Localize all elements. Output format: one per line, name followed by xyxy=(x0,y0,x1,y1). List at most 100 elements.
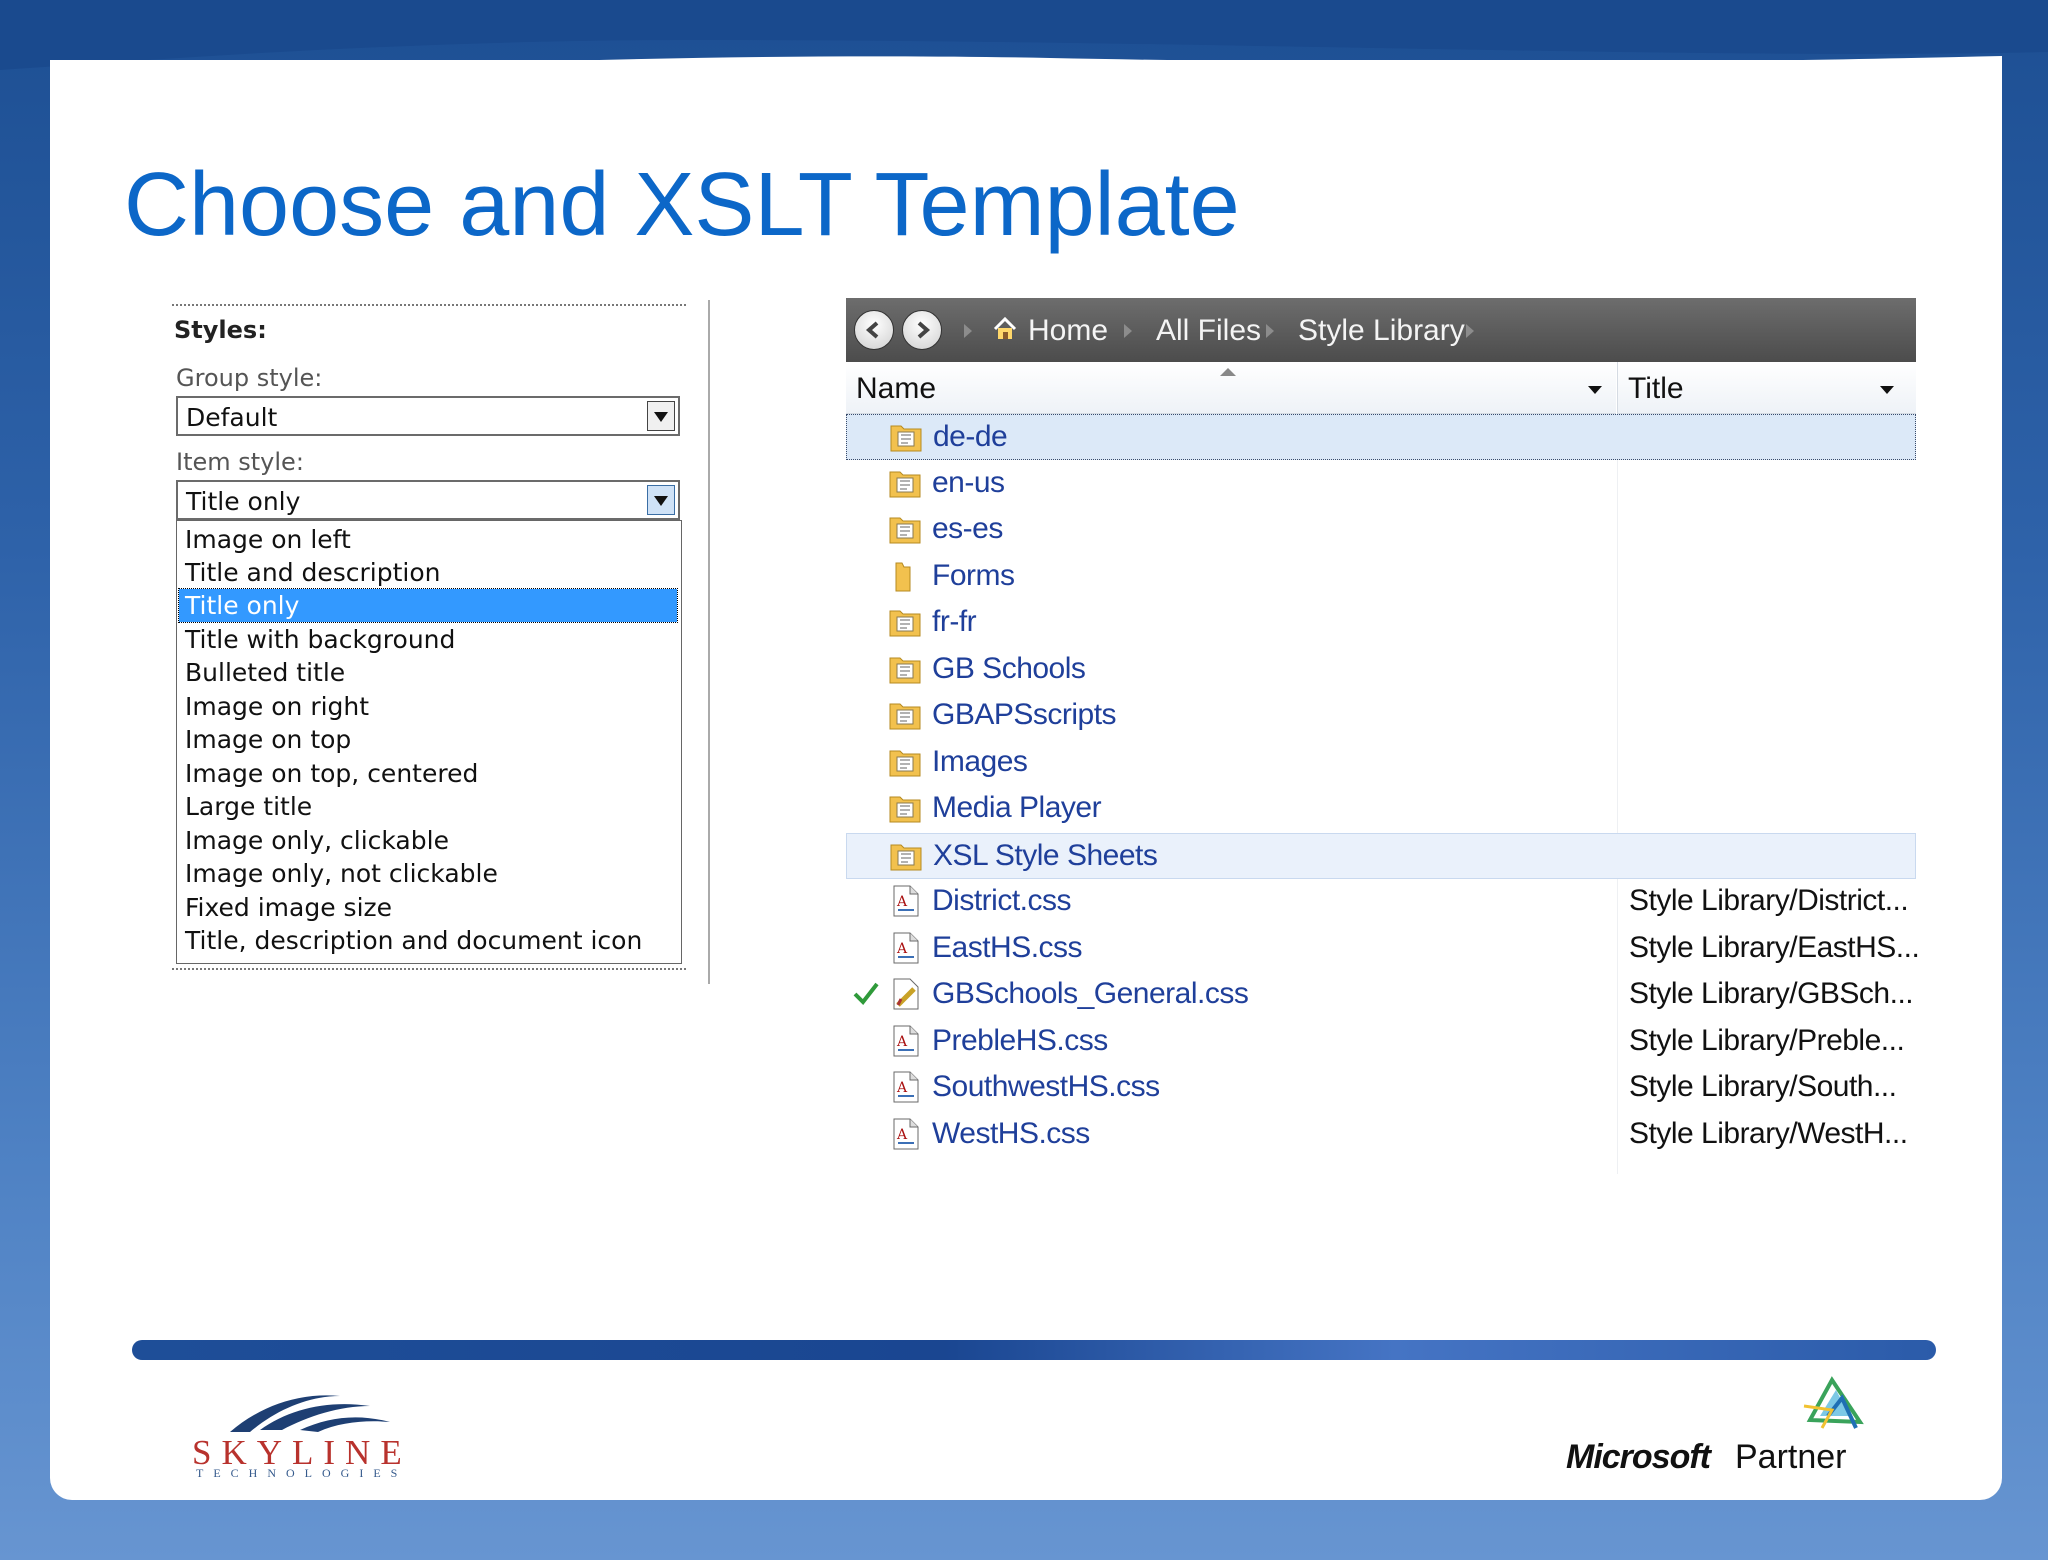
option-image-on-top[interactable]: Image on top xyxy=(179,723,677,756)
option-image-only-clickable[interactable]: Image only, clickable xyxy=(179,824,677,857)
file-title: Style Library/Preble... xyxy=(1629,1023,1905,1057)
breadcrumb-separator-icon xyxy=(1466,324,1474,338)
file-row[interactable]: A EastHS.css Style Library/EastHS... xyxy=(846,926,1920,972)
sort-ascending-icon xyxy=(1220,368,1236,376)
svg-text:A: A xyxy=(896,1034,908,1050)
folder-name[interactable]: es-es xyxy=(932,512,1003,546)
folder-name[interactable]: GB Schools xyxy=(932,652,1086,686)
folder-row[interactable]: Media Player xyxy=(846,786,1916,832)
folder-row[interactable]: XSL Style Sheets xyxy=(846,832,1916,879)
option-title-description-document-icon[interactable]: Title, description and document icon xyxy=(179,924,677,957)
folder-row[interactable]: GBAPSscripts xyxy=(846,693,1916,739)
column-title-label: Title xyxy=(1628,372,1684,405)
css-file-icon: A xyxy=(888,931,922,965)
folder-icon xyxy=(888,466,922,500)
back-button[interactable] xyxy=(854,310,894,350)
folder-row[interactable]: de-de xyxy=(846,414,1916,460)
folder-name[interactable]: en-us xyxy=(932,466,1005,500)
file-row[interactable]: A WestHS.css Style Library/WestH... xyxy=(846,1112,1916,1158)
microsoft-partner-logo-icon xyxy=(1803,1376,1864,1429)
folder-row[interactable]: Images xyxy=(846,740,1916,786)
column-dropdown-icon[interactable] xyxy=(1588,386,1602,394)
option-title-with-background[interactable]: Title with background xyxy=(179,623,677,656)
file-row[interactable]: A PrebleHS.css Style Library/Preble... xyxy=(846,1019,1916,1065)
footer-bar xyxy=(132,1340,1936,1360)
skyline-tagline: TECHNOLOGIES xyxy=(196,1466,408,1480)
folder-row[interactable]: GB Schools xyxy=(846,647,1916,693)
folder-name[interactable]: GBAPSscripts xyxy=(932,698,1117,732)
folder-icon xyxy=(889,839,923,873)
file-row[interactable]: A SouthwestHS.css Style Library/South... xyxy=(846,1065,1916,1111)
column-header-title[interactable]: Title xyxy=(1617,362,1916,414)
option-image-on-left[interactable]: Image on left xyxy=(179,523,677,556)
file-explorer: Home All Files Style Library Name Title … xyxy=(846,298,1920,1178)
folder-icon xyxy=(888,605,922,639)
breadcrumb-all-files[interactable]: All Files xyxy=(1156,314,1261,348)
back-arrow-icon xyxy=(865,321,879,339)
breadcrumb-separator-icon xyxy=(964,324,972,338)
option-title-and-description[interactable]: Title and description xyxy=(179,556,677,589)
option-image-on-top-centered[interactable]: Image on top, centered xyxy=(179,757,677,790)
folder-name[interactable]: Media Player xyxy=(932,791,1102,825)
folder-row[interactable]: fr-fr xyxy=(846,600,1916,646)
column-dropdown-icon[interactable] xyxy=(1880,386,1894,394)
svg-text:A: A xyxy=(896,1080,908,1096)
folder-name[interactable]: Forms xyxy=(932,559,1015,593)
item-style-select[interactable]: Title only xyxy=(176,480,680,520)
checkmark-icon xyxy=(852,980,880,1011)
styles-heading: Styles: xyxy=(174,316,267,344)
svg-text:A: A xyxy=(896,941,908,957)
svg-text:A: A xyxy=(896,894,908,910)
file-title: Style Library/EastHS... xyxy=(1629,930,1920,964)
css-file-icon: A xyxy=(888,1117,922,1151)
file-name[interactable]: GBSchools_General.css xyxy=(932,977,1249,1011)
forward-button[interactable] xyxy=(902,310,942,350)
folder-row[interactable]: Forms xyxy=(846,554,1916,600)
option-image-on-right[interactable]: Image on right xyxy=(179,690,677,723)
css-file-icon: A xyxy=(888,1024,922,1058)
file-title: Style Library/WestH... xyxy=(1629,1116,1908,1150)
option-large-title[interactable]: Large title xyxy=(179,790,677,823)
folder-icon xyxy=(888,791,922,825)
item-style-options: Image on left Title and description Titl… xyxy=(176,520,682,964)
file-title: Style Library/South... xyxy=(1629,1070,1897,1103)
folder-icon xyxy=(888,652,922,686)
dropdown-arrow-icon[interactable] xyxy=(647,401,675,431)
group-style-label: Group style: xyxy=(176,364,323,392)
file-row[interactable]: GBSchools_General.css Style Library/GBSch… xyxy=(846,972,1916,1018)
divider xyxy=(172,968,686,970)
css-file-icon: A xyxy=(888,884,922,918)
file-name[interactable]: SouthwestHS.css xyxy=(932,1070,1160,1104)
checked-out-file-icon xyxy=(888,977,922,1011)
panel-border xyxy=(708,300,710,984)
option-fixed-image-size[interactable]: Fixed image size xyxy=(179,891,677,924)
folder-icon xyxy=(888,698,922,732)
breadcrumb-separator-icon xyxy=(1266,324,1274,338)
folder-icon xyxy=(888,512,922,546)
folder-row[interactable]: es-es xyxy=(846,507,1916,553)
folder-icon xyxy=(889,420,923,454)
folder-row[interactable]: en-us xyxy=(846,461,1916,507)
file-name[interactable]: WestHS.css xyxy=(932,1117,1090,1151)
item-style-value: Title only xyxy=(186,487,301,516)
folder-name[interactable]: Images xyxy=(932,745,1028,779)
folder-name[interactable]: de-de xyxy=(933,420,1008,454)
option-bulleted-title[interactable]: Bulleted title xyxy=(179,656,677,689)
group-style-value: Default xyxy=(186,403,278,432)
file-name[interactable]: District.css xyxy=(932,884,1072,918)
file-name[interactable]: PrebleHS.css xyxy=(932,1024,1108,1058)
folder-name[interactable]: XSL Style Sheets xyxy=(933,839,1158,873)
partner-wordmark: Partner xyxy=(1735,1438,1847,1476)
dropdown-arrow-icon[interactable] xyxy=(647,485,675,515)
file-title: Style Library/District... xyxy=(1629,884,1909,917)
group-style-select[interactable]: Default xyxy=(176,396,680,436)
file-row[interactable]: A District.css Style Library/District... xyxy=(846,879,1916,925)
option-image-only-not-clickable[interactable]: Image only, not clickable xyxy=(179,857,677,890)
column-name-label: Name xyxy=(856,372,937,405)
breadcrumb-separator-icon xyxy=(1124,324,1132,338)
option-title-only[interactable]: Title only xyxy=(178,588,678,623)
file-name[interactable]: EastHS.css xyxy=(932,931,1083,965)
breadcrumb-style-library[interactable]: Style Library xyxy=(1298,314,1465,348)
breadcrumb-home[interactable]: Home xyxy=(1028,314,1108,348)
folder-name[interactable]: fr-fr xyxy=(932,605,977,639)
